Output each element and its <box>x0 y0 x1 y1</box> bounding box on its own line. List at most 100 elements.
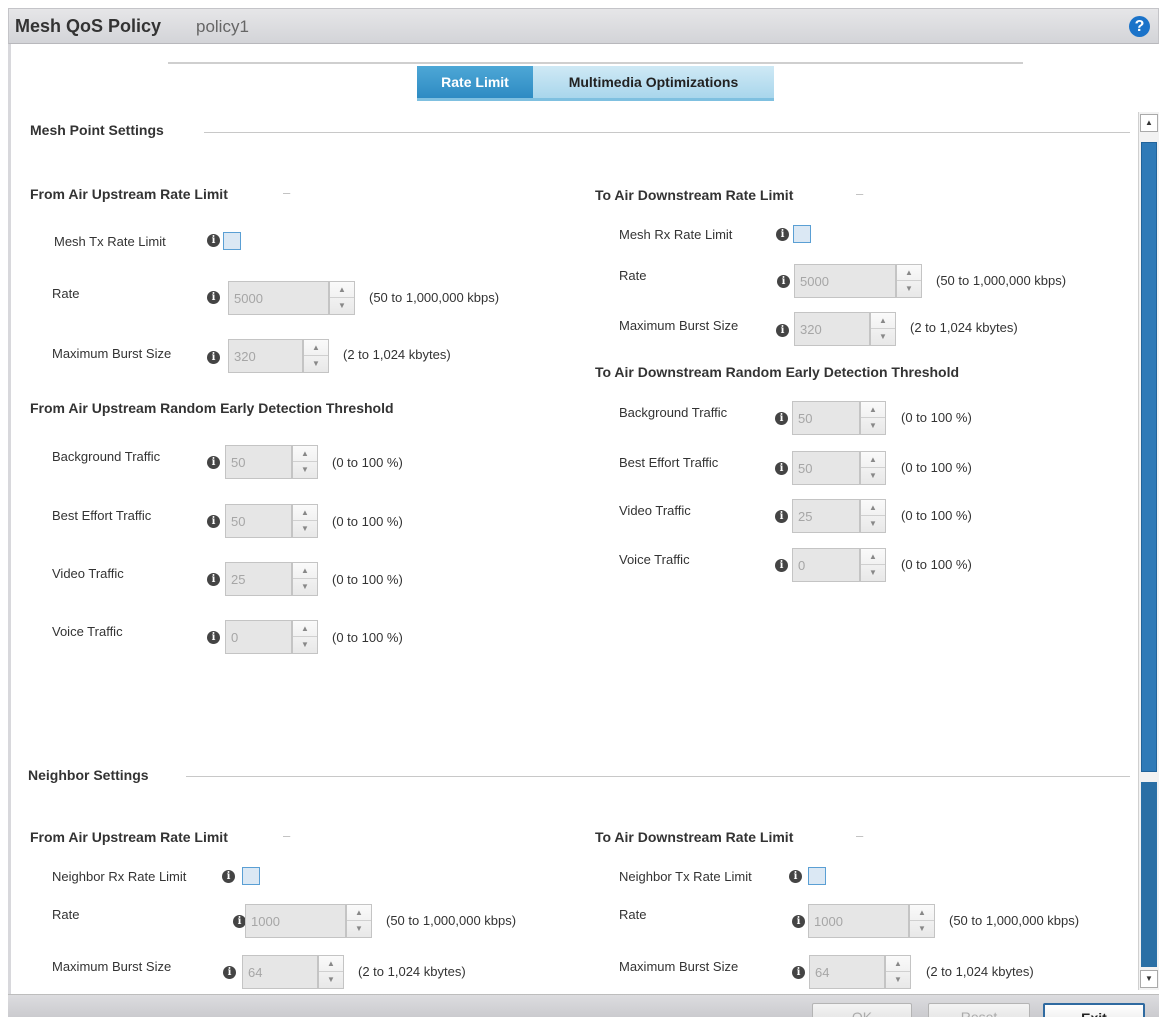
mesh-tx-rate-input[interactable] <box>228 281 329 315</box>
chevron-down-icon[interactable]: ▼ <box>897 281 921 297</box>
info-icon[interactable]: i <box>207 351 220 364</box>
chevron-down-icon[interactable]: ▼ <box>319 972 343 988</box>
chevron-down-icon[interactable]: ▼ <box>347 921 371 937</box>
info-icon[interactable]: i <box>207 234 220 247</box>
mesh-rx-rate-stepper[interactable]: ▲ ▼ <box>794 264 922 298</box>
down-best-effort-input[interactable] <box>792 451 860 485</box>
scroll-up-icon[interactable]: ▲ <box>1140 114 1158 132</box>
neighbor-tx-burst-stepper[interactable]: ▲ ▼ <box>809 955 911 989</box>
info-icon[interactable]: i <box>776 324 789 337</box>
info-icon[interactable]: i <box>207 573 220 586</box>
info-icon[interactable]: i <box>207 515 220 528</box>
up-voice-stepper[interactable]: ▲ ▼ <box>225 620 318 654</box>
down-voice-input[interactable] <box>792 548 860 582</box>
info-icon[interactable]: i <box>207 291 220 304</box>
scroll-down-icon[interactable]: ▼ <box>1140 970 1158 988</box>
ok-button[interactable]: OK <box>812 1003 912 1017</box>
chevron-up-icon[interactable]: ▲ <box>293 446 317 462</box>
chevron-down-icon[interactable]: ▼ <box>293 579 317 595</box>
chevron-down-icon[interactable]: ▼ <box>886 972 910 988</box>
stepper-arrows[interactable]: ▲ ▼ <box>292 620 318 654</box>
stepper-arrows[interactable]: ▲ ▼ <box>909 904 935 938</box>
info-icon[interactable]: i <box>775 412 788 425</box>
mesh-tx-rate-limit-checkbox[interactable] <box>223 232 241 250</box>
chevron-down-icon[interactable]: ▼ <box>861 516 885 532</box>
down-video-input[interactable] <box>792 499 860 533</box>
down-background-input[interactable] <box>792 401 860 435</box>
info-icon[interactable]: i <box>776 228 789 241</box>
chevron-down-icon[interactable]: ▼ <box>293 462 317 478</box>
chevron-up-icon[interactable]: ▲ <box>861 452 885 468</box>
up-voice-input[interactable] <box>225 620 292 654</box>
stepper-arrows[interactable]: ▲ ▼ <box>318 955 344 989</box>
reset-button[interactable]: Reset <box>928 1003 1030 1017</box>
info-icon[interactable]: i <box>775 462 788 475</box>
neighbor-tx-rate-limit-checkbox[interactable] <box>808 867 826 885</box>
chevron-up-icon[interactable]: ▲ <box>861 402 885 418</box>
neighbor-rx-rate-limit-checkbox[interactable] <box>242 867 260 885</box>
chevron-up-icon[interactable]: ▲ <box>886 956 910 972</box>
chevron-up-icon[interactable]: ▲ <box>910 905 934 921</box>
chevron-up-icon[interactable]: ▲ <box>861 500 885 516</box>
info-icon[interactable]: i <box>207 456 220 469</box>
chevron-up-icon[interactable]: ▲ <box>293 505 317 521</box>
stepper-arrows[interactable]: ▲ ▼ <box>292 445 318 479</box>
scrollbar-thumb[interactable] <box>1141 142 1157 772</box>
help-icon[interactable]: ? <box>1129 16 1150 37</box>
exit-button[interactable]: Exit <box>1043 1003 1145 1017</box>
mesh-rx-rate-input[interactable] <box>794 264 896 298</box>
down-voice-stepper[interactable]: ▲ ▼ <box>792 548 886 582</box>
stepper-arrows[interactable]: ▲ ▼ <box>860 499 886 533</box>
up-video-input[interactable] <box>225 562 292 596</box>
down-best-effort-stepper[interactable]: ▲ ▼ <box>792 451 886 485</box>
stepper-arrows[interactable]: ▲ ▼ <box>885 955 911 989</box>
mesh-rx-burst-input[interactable] <box>794 312 870 346</box>
stepper-arrows[interactable]: ▲ ▼ <box>870 312 896 346</box>
collapse-dash[interactable]: – <box>856 828 863 843</box>
chevron-up-icon[interactable]: ▲ <box>897 265 921 281</box>
chevron-up-icon[interactable]: ▲ <box>293 621 317 637</box>
mesh-rx-burst-stepper[interactable]: ▲ ▼ <box>794 312 896 346</box>
up-background-input[interactable] <box>225 445 292 479</box>
stepper-arrows[interactable]: ▲ ▼ <box>346 904 372 938</box>
info-icon[interactable]: i <box>792 915 805 928</box>
mesh-tx-burst-stepper[interactable]: ▲ ▼ <box>228 339 329 373</box>
mesh-tx-burst-input[interactable] <box>228 339 303 373</box>
chevron-down-icon[interactable]: ▼ <box>304 356 328 372</box>
stepper-arrows[interactable]: ▲ ▼ <box>896 264 922 298</box>
neighbor-rx-burst-stepper[interactable]: ▲ ▼ <box>242 955 344 989</box>
neighbor-rx-rate-input[interactable] <box>245 904 346 938</box>
chevron-down-icon[interactable]: ▼ <box>871 329 895 345</box>
stepper-arrows[interactable]: ▲ ▼ <box>292 562 318 596</box>
chevron-down-icon[interactable]: ▼ <box>330 298 354 314</box>
info-icon[interactable]: i <box>223 966 236 979</box>
info-icon[interactable]: i <box>207 631 220 644</box>
tab-rate-limit[interactable]: Rate Limit <box>417 66 533 98</box>
mesh-tx-rate-stepper[interactable]: ▲ ▼ <box>228 281 355 315</box>
neighbor-rx-burst-input[interactable] <box>242 955 318 989</box>
info-icon[interactable]: i <box>777 275 790 288</box>
chevron-down-icon[interactable]: ▼ <box>861 565 885 581</box>
neighbor-tx-burst-input[interactable] <box>809 955 885 989</box>
collapse-dash[interactable]: – <box>283 185 290 200</box>
chevron-down-icon[interactable]: ▼ <box>293 637 317 653</box>
up-best-effort-stepper[interactable]: ▲ ▼ <box>225 504 318 538</box>
chevron-up-icon[interactable]: ▲ <box>871 313 895 329</box>
chevron-down-icon[interactable]: ▼ <box>861 418 885 434</box>
info-icon[interactable]: i <box>222 870 235 883</box>
stepper-arrows[interactable]: ▲ ▼ <box>860 451 886 485</box>
neighbor-rx-rate-stepper[interactable]: ▲ ▼ <box>245 904 372 938</box>
neighbor-tx-rate-input[interactable] <box>808 904 909 938</box>
up-best-effort-input[interactable] <box>225 504 292 538</box>
down-background-stepper[interactable]: ▲ ▼ <box>792 401 886 435</box>
info-icon[interactable]: i <box>789 870 802 883</box>
stepper-arrows[interactable]: ▲ ▼ <box>860 548 886 582</box>
up-video-stepper[interactable]: ▲ ▼ <box>225 562 318 596</box>
chevron-up-icon[interactable]: ▲ <box>304 340 328 356</box>
neighbor-tx-rate-stepper[interactable]: ▲ ▼ <box>808 904 935 938</box>
collapse-dash[interactable]: – <box>283 828 290 843</box>
mesh-rx-rate-limit-checkbox[interactable] <box>793 225 811 243</box>
chevron-up-icon[interactable]: ▲ <box>293 563 317 579</box>
tab-multimedia-optimizations[interactable]: Multimedia Optimizations <box>533 66 774 98</box>
down-video-stepper[interactable]: ▲ ▼ <box>792 499 886 533</box>
